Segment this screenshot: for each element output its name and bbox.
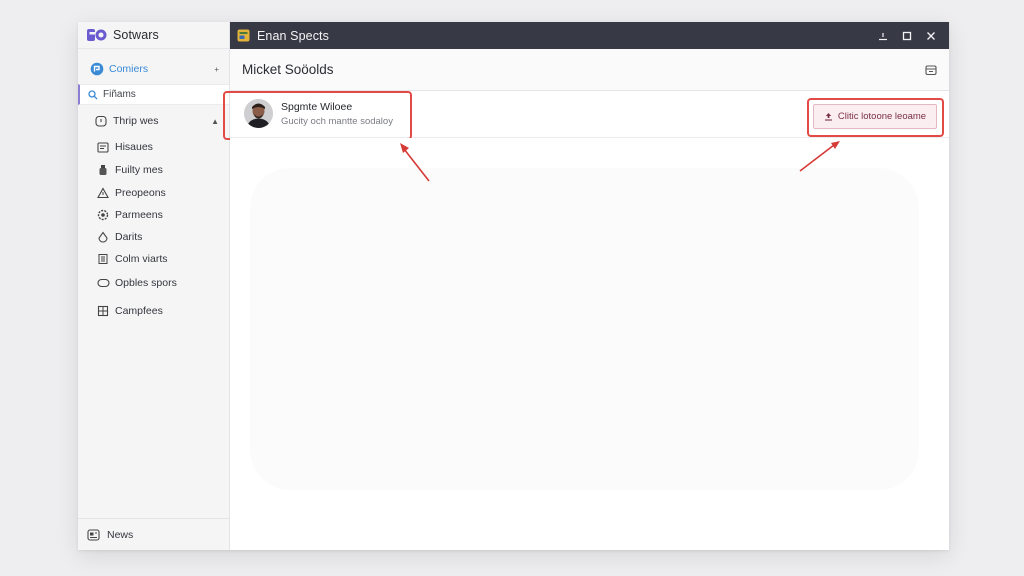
chat-bubble-icon (90, 62, 104, 76)
brand-title: Sotwars (113, 28, 159, 42)
page-title: Micket Soöolds (242, 62, 334, 77)
page-header: Micket Soöolds (230, 49, 949, 91)
app-window: Sotwars Comiers + Fiñams Thrip wes ▲ His… (78, 22, 949, 550)
drop-icon (96, 230, 110, 244)
content-row: Spgmte Wiloee Gucity och mantte sodaloy … (223, 91, 949, 140)
list-icon (96, 252, 110, 266)
gear-icon (96, 208, 110, 222)
sidebar-item-6[interactable]: Opbles spors (78, 272, 229, 294)
content-background (250, 168, 919, 490)
content-area (230, 138, 949, 550)
sidebar-item-7[interactable]: Campfees (78, 300, 229, 322)
sidebar-item-label: Parmeens (115, 209, 163, 221)
sidebar-section-thrip[interactable]: Thrip wes ▲ (78, 109, 229, 133)
sidebar-item-1[interactable]: Fuilty mes (78, 159, 229, 181)
search-label: Fiñams (103, 89, 136, 100)
minimize-icon[interactable] (871, 22, 895, 49)
sidebar-footer-news[interactable]: News (78, 518, 229, 550)
sidebar-item-label: Colm viarts (115, 253, 168, 265)
news-icon (87, 528, 100, 541)
brand-logo-icon (87, 28, 107, 42)
sidebar-item-0[interactable]: Hisaues (78, 136, 229, 158)
sidebar-search[interactable]: Fiñams (78, 84, 229, 105)
window-title: Enan Spects (257, 28, 329, 43)
inbox-icon[interactable] (924, 63, 938, 77)
sidebar-item-3[interactable]: Parmeens (78, 204, 229, 226)
sidebar-item-label: Darits (115, 231, 143, 243)
sidebar-item-comiers[interactable]: Comiers + (78, 58, 229, 80)
sidebar-item-label: Opbles spors (115, 277, 177, 289)
sidebar-item-5[interactable]: Colm viarts (78, 248, 229, 270)
bottle-icon (96, 163, 110, 177)
sidebar-item-label: Comiers (109, 63, 149, 75)
maximize-icon[interactable] (895, 22, 919, 49)
sidebar-item-label: Fuilty mes (115, 164, 163, 176)
grid-icon (96, 304, 110, 318)
sidebar-item-label: Hisaues (115, 141, 153, 153)
sidebar-item-2[interactable]: Preopeons (78, 182, 229, 204)
annotation-arrow-left (400, 143, 430, 182)
sidebar: Sotwars Comiers + Fiñams Thrip wes ▲ His… (78, 22, 230, 550)
clock-icon (94, 114, 108, 128)
close-icon[interactable] (919, 22, 943, 49)
plus-icon[interactable]: + (214, 65, 219, 74)
highlight-box-profile (223, 91, 412, 140)
annotation-arrow-right (799, 141, 840, 172)
highlight-box-button (807, 98, 944, 137)
sidebar-item-label: Campfees (115, 305, 163, 317)
sidebar-item-4[interactable]: Darits (78, 226, 229, 248)
section-label: Thrip wes (113, 115, 159, 127)
toggle-icon (96, 276, 110, 290)
triangle-icon (96, 186, 110, 200)
id-card-icon (96, 140, 110, 154)
app-icon (237, 29, 250, 42)
footer-label: News (107, 528, 134, 541)
chevron-up-icon[interactable]: ▲ (211, 117, 219, 126)
main-panel: Enan Spects Micket Soöolds Spgmte Wiloee… (223, 22, 949, 550)
sidebar-brand: Sotwars (78, 22, 229, 49)
search-icon (88, 89, 98, 100)
sidebar-item-label: Preopeons (115, 187, 166, 199)
window-controls (871, 22, 943, 49)
title-bar: Enan Spects (230, 22, 949, 49)
